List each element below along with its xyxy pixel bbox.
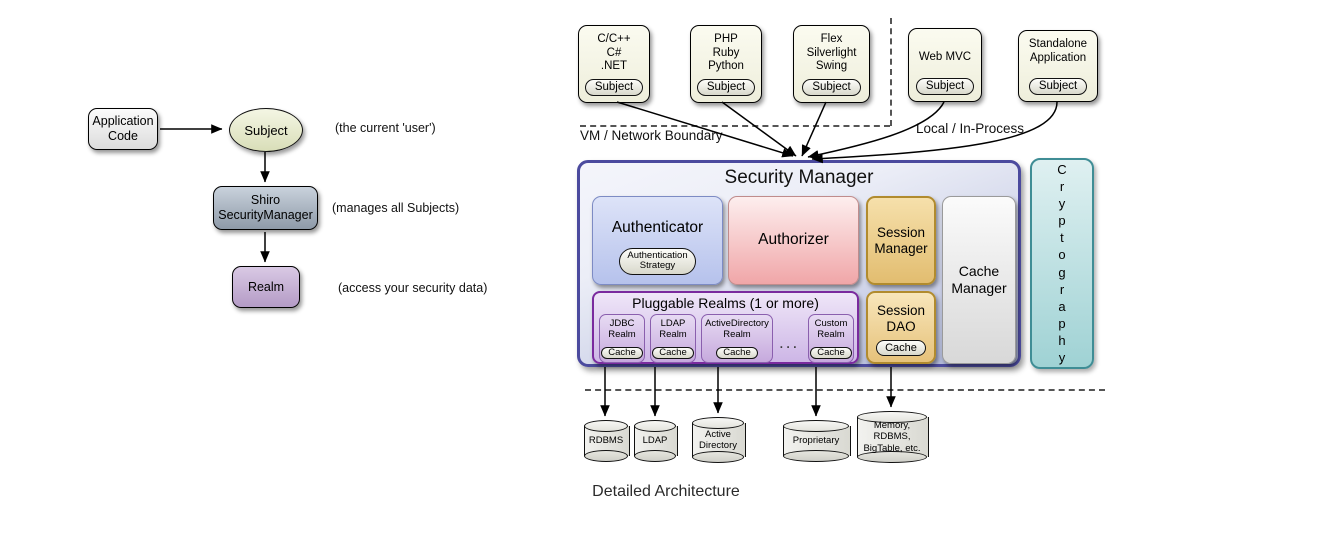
arrow-scripting-to-securitymanager	[721, 101, 797, 157]
realm-cache-pill: Cache	[810, 346, 852, 359]
datastore-proprietary: Proprietary	[783, 420, 851, 462]
realm-box-custom: Custom Realm Cache	[808, 314, 854, 363]
realm-label: Custom Realm	[814, 318, 848, 340]
cache-manager-label: Cache Manager	[951, 263, 1007, 296]
pluggable-realms-container: Pluggable Realms (1 or more) JDBC Realm …	[592, 291, 859, 364]
network-boundary-label: VM / Network Boundary	[580, 128, 723, 143]
note-subject: (the current 'user')	[335, 121, 436, 135]
realm-cache-pill: Cache	[716, 346, 758, 359]
session-dao-box: Session DAO Cache	[866, 291, 936, 364]
subject-pill: Subject	[1028, 78, 1088, 95]
client-title: Standalone Application	[1028, 38, 1088, 64]
security-manager-title: Security Manager	[724, 167, 874, 188]
network-boundary-dash	[580, 125, 890, 127]
datastore-session-storage: Memory, RDBMS, BigTable, etc.	[857, 411, 929, 463]
note-security-manager: (manages all Subjects)	[332, 201, 460, 215]
datastore-rdbms: RDBMS	[584, 420, 630, 462]
subject-label: Subject	[244, 122, 288, 138]
client-title: C/C++ C# .NET	[597, 33, 631, 73]
shiro-security-manager-box: Shiro SecurityManager	[213, 186, 318, 230]
authentication-strategy-pill: Authentication Strategy	[619, 247, 696, 275]
cryptography-label: C r y p t o g r a p h y	[1057, 161, 1067, 366]
pluggable-realms-title: Pluggable Realms (1 or more)	[632, 295, 819, 311]
realm-label: ActiveDirectory Realm	[705, 318, 769, 340]
realm-cache-pill: Cache	[601, 346, 643, 359]
local-inprocess-label: Local / In-Process	[916, 121, 1025, 136]
realms-ellipsis: ...	[779, 333, 800, 352]
datastore-label: Active Directory	[698, 428, 737, 451]
datastore-label: LDAP	[642, 435, 668, 447]
figure-caption: Detailed Architecture	[592, 483, 740, 500]
client-title: PHP Ruby Python	[708, 33, 744, 73]
cache-manager-box: Cache Manager	[942, 196, 1016, 364]
client-group-divider-dash	[890, 18, 892, 126]
application-code-label: Application Code	[92, 114, 154, 143]
shiro-security-manager-label: Shiro SecurityManager	[218, 193, 313, 222]
session-dao-label: Session DAO	[876, 303, 926, 334]
realm-cache-pill: Cache	[652, 346, 694, 359]
datastore-label: RDBMS	[588, 435, 624, 447]
client-title: Flex Silverlight Swing	[806, 33, 857, 73]
subject-pill: Subject	[696, 79, 756, 96]
subject-pill: Subject	[915, 78, 975, 95]
realm-box-jdbc: JDBC Realm Cache	[599, 314, 645, 363]
subject-ellipse: Subject	[229, 108, 303, 152]
client-box-standalone: Standalone Application Subject	[1018, 30, 1098, 102]
client-box-scripting: PHP Ruby Python Subject	[690, 25, 762, 103]
session-manager-label: Session Manager	[874, 224, 928, 256]
subject-pill: Subject	[802, 79, 861, 96]
datastore-label: Memory, RDBMS, BigTable, etc.	[863, 420, 921, 454]
authenticator-box: Authenticator Authentication Strategy	[592, 196, 723, 285]
datastore-ldap: LDAP	[634, 420, 678, 462]
application-code-box: Application Code	[88, 108, 158, 150]
authorizer-box: Authorizer	[728, 196, 859, 285]
realm-box: Realm	[232, 266, 300, 308]
realm-label: LDAP Realm	[659, 318, 687, 340]
session-dao-cache-pill: Cache	[876, 339, 926, 356]
datastore-active-directory: Active Directory	[692, 417, 746, 463]
client-title: Web MVC	[918, 51, 972, 64]
note-realm: (access your security data)	[338, 281, 488, 295]
authenticator-label: Authenticator	[611, 219, 704, 236]
realm-box-ldap: LDAP Realm Cache	[650, 314, 696, 363]
client-box-rich-client: Flex Silverlight Swing Subject	[793, 25, 870, 103]
arrow-richclient-to-securitymanager	[801, 101, 827, 157]
datastore-label: Proprietary	[792, 435, 840, 447]
datastore-boundary-dash	[585, 389, 1105, 391]
client-box-web-mvc: Web MVC Subject	[908, 28, 982, 102]
realm-box-activedirectory: ActiveDirectory Realm Cache	[701, 314, 773, 363]
subject-pill: Subject	[584, 79, 644, 96]
realm-label: Realm	[247, 279, 285, 294]
session-manager-box: Session Manager	[866, 196, 936, 285]
client-box-native: C/C++ C# .NET Subject	[578, 25, 650, 103]
cryptography-box: C r y p t o g r a p h y	[1030, 158, 1094, 369]
security-manager-container: Security Manager Authenticator Authentic…	[577, 160, 1021, 367]
realm-label: JDBC Realm	[608, 318, 636, 340]
authorizer-label: Authorizer	[758, 231, 829, 249]
